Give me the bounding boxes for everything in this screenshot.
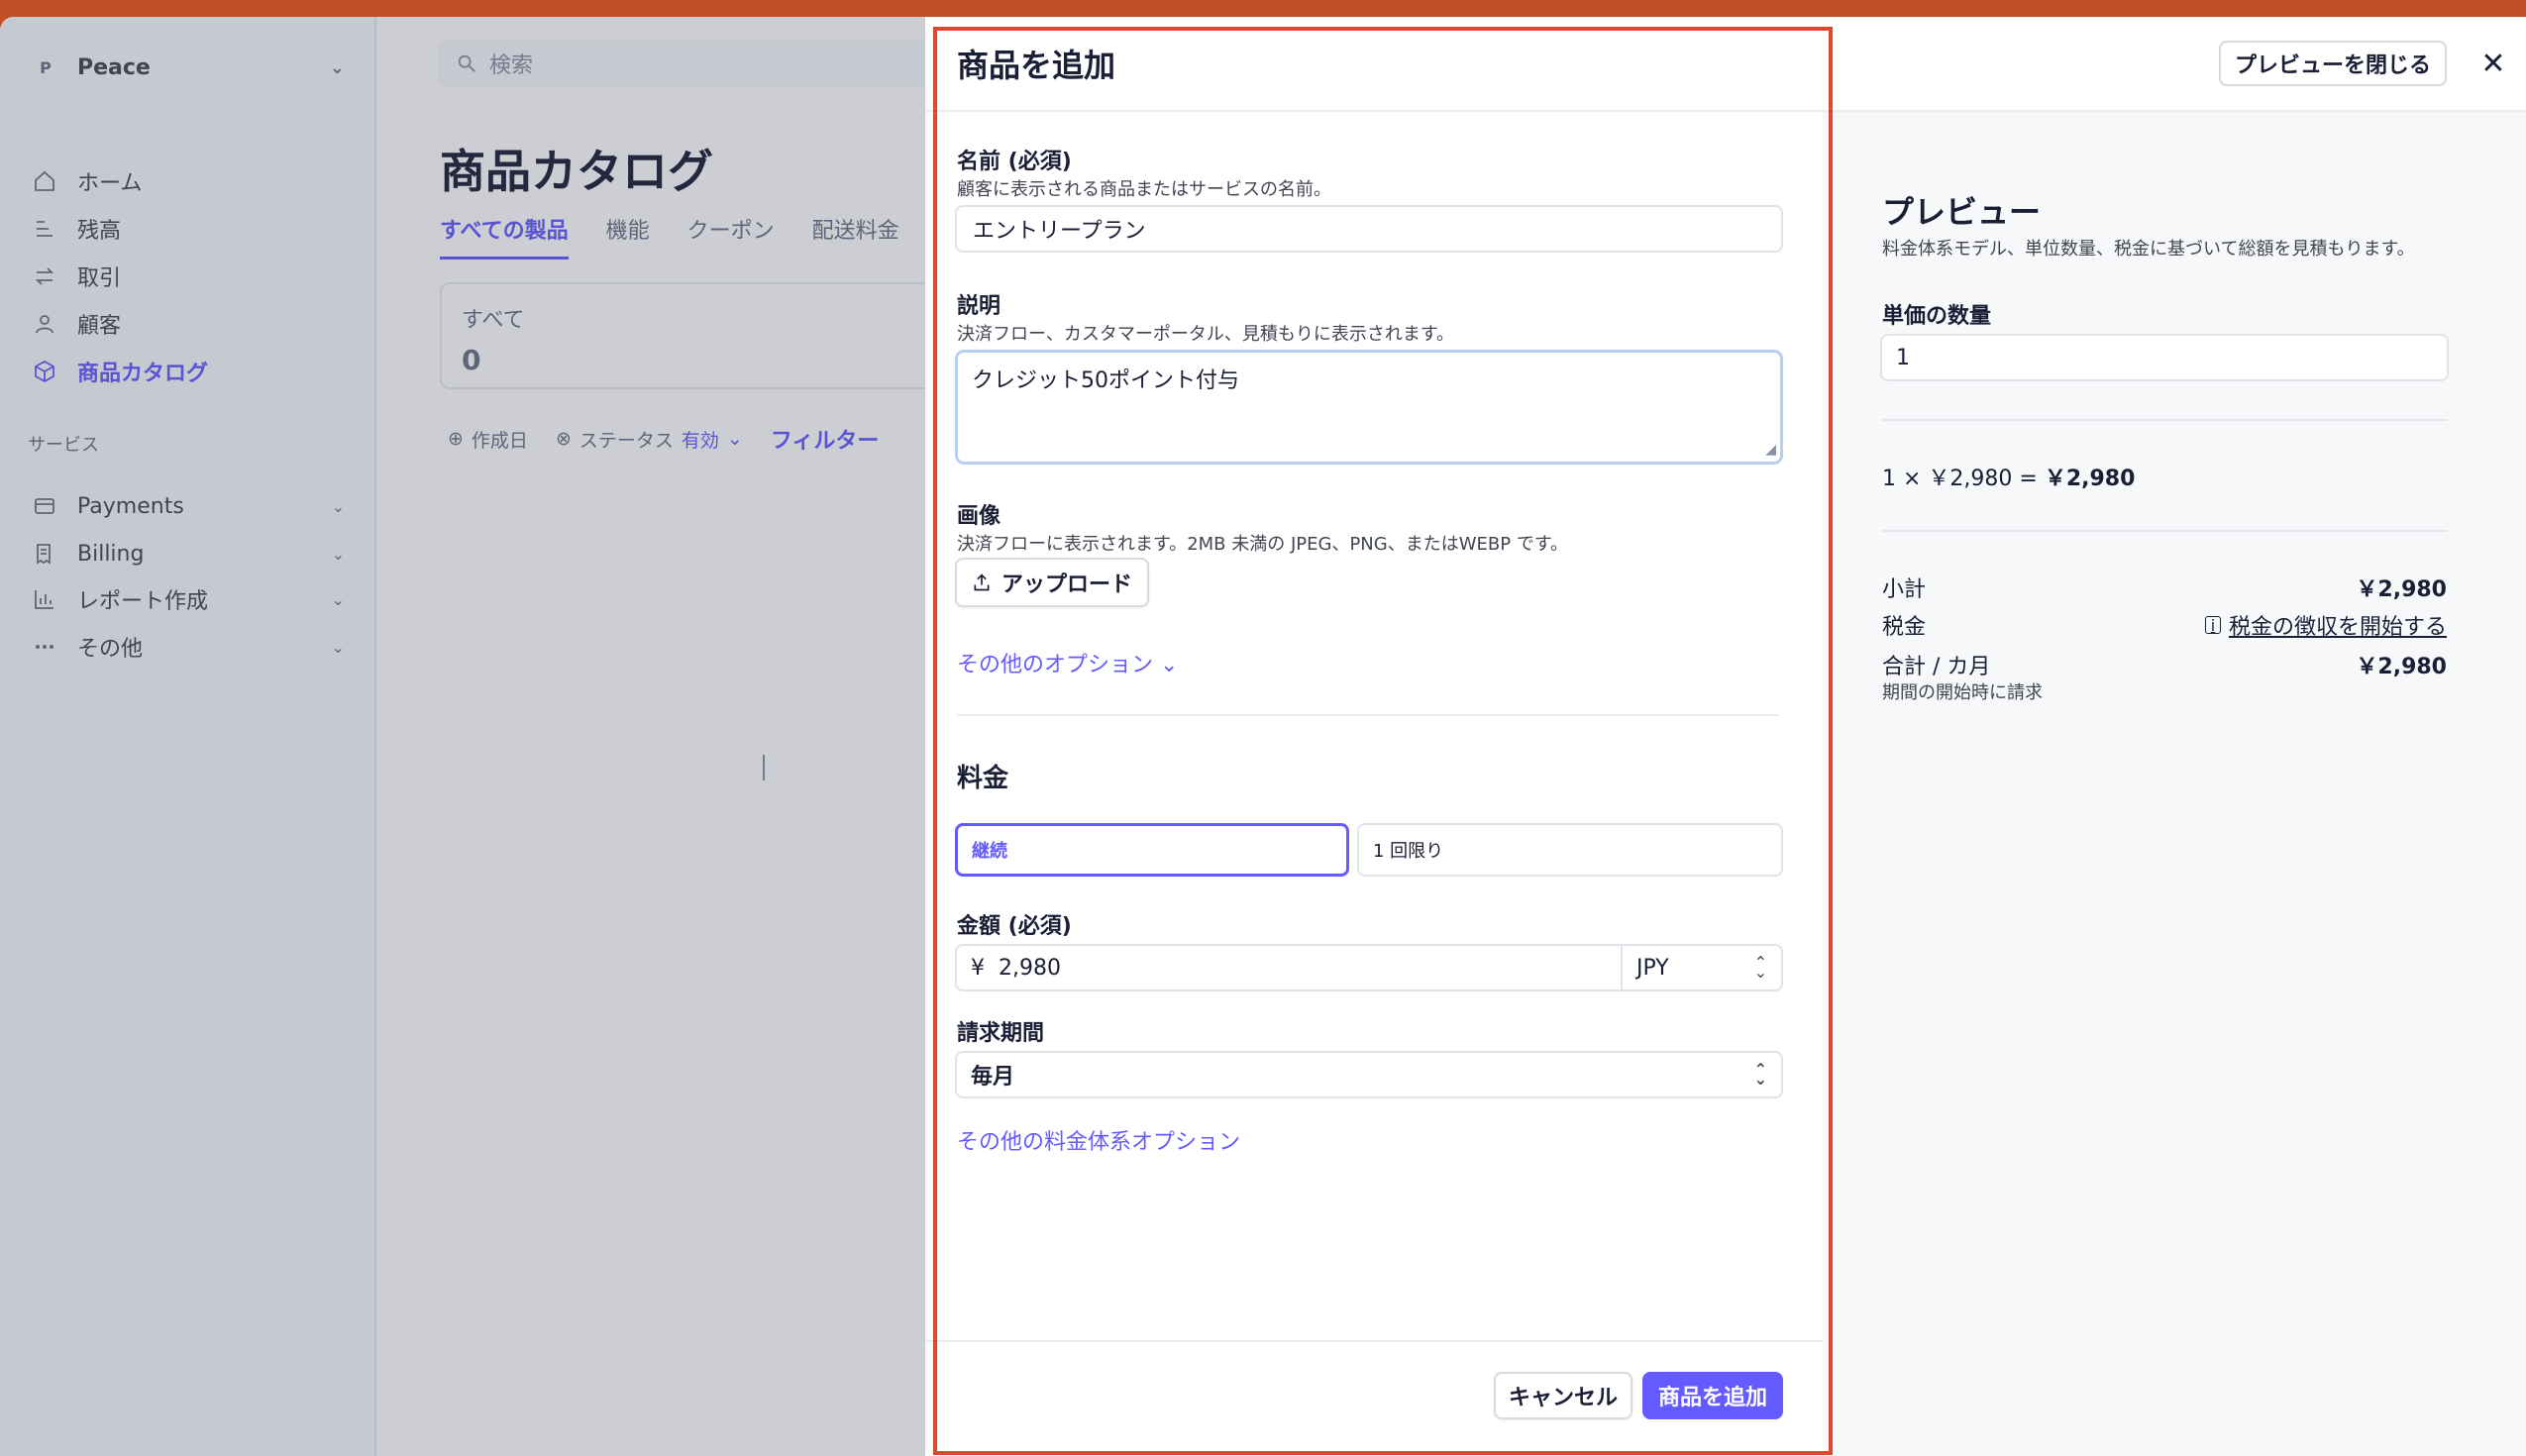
quantity-field[interactable]: 1 <box>1880 334 2449 381</box>
one-time-option[interactable]: 1 回限り <box>1357 823 1783 877</box>
product-form: 商品を追加 名前 (必須) 顧客に表示される商品またはサービスの名前。 エントリ… <box>925 17 1823 1456</box>
price-calculation: 1 × ￥2,980 = ￥2,980 <box>1882 461 2135 492</box>
billing-period-value: 毎月 <box>971 1065 1015 1090</box>
tax-link-label: 税金の徴収を開始する <box>2228 615 2447 640</box>
recurring-option[interactable]: 継続 <box>955 823 1349 877</box>
description-help: 決済フロー、カスタマーポータル、見積もりに表示されます。 <box>957 324 1455 345</box>
currency-value: JPY <box>1636 955 1669 981</box>
select-arrows-icon: ⌃ ⌄ <box>1753 953 1767 982</box>
drawer-header: 商品を追加 <box>925 17 1823 112</box>
resize-handle-icon[interactable]: ◢ <box>1765 442 1776 458</box>
add-product-drawer: 商品を追加 名前 (必須) 顧客に表示される商品またはサービスの名前。 エントリ… <box>925 17 2526 1456</box>
amount-field-group: ¥ 2,980 JPY ⌃ ⌄ <box>955 944 1783 991</box>
close-preview-button[interactable]: プレビューを閉じる <box>2219 41 2447 86</box>
name-label: 名前 (必須) <box>957 150 1072 174</box>
close-icon[interactable]: ✕ <box>2476 47 2510 81</box>
pricing-title: 料金 <box>957 764 1009 793</box>
subtotal-label: 小計 <box>1882 577 1927 602</box>
info-icon: i <box>2204 616 2221 635</box>
calc-expression: 1 × ￥2,980 = <box>1882 467 2045 491</box>
cancel-button[interactable]: キャンセル <box>1494 1372 1632 1419</box>
quantity-label: 単価の数量 <box>1882 304 1992 329</box>
drawer-footer: キャンセル 商品を追加 <box>925 1340 1823 1456</box>
upload-icon <box>974 573 990 591</box>
amount-value: 2,980 <box>999 955 1061 981</box>
subtotal-value: ￥2,980 <box>2356 577 2447 602</box>
total-note: 期間の開始時に請求 <box>1882 682 2043 703</box>
name-value: エントリープラン <box>973 219 1146 244</box>
name-help: 顧客に表示される商品またはサービスの名前。 <box>957 179 1331 200</box>
calc-total: ￥2,980 <box>2044 467 2136 491</box>
quantity-value: 1 <box>1896 345 1910 370</box>
section-divider <box>957 714 1779 716</box>
description-value: クレジット50ポイント付与 <box>972 368 1239 393</box>
upload-label: アップロード <box>1000 572 1132 597</box>
description-label: 説明 <box>957 294 1001 319</box>
image-help: 決済フローに表示されます。2MB 未満の JPEG、PNG、またはWEBP です… <box>957 534 1569 555</box>
total-label: 合計 / カ月 <box>1882 655 1991 679</box>
description-field[interactable]: クレジット50ポイント付与 ◢ <box>955 350 1783 465</box>
more-pricing-options-link[interactable]: その他の料金体系オプション <box>957 1124 1240 1156</box>
add-product-button[interactable]: 商品を追加 <box>1642 1372 1783 1419</box>
preview-divider <box>1882 530 2447 532</box>
preview-divider <box>1882 419 2447 421</box>
tax-row: 税金 i 税金の徴収を開始する <box>1882 609 2447 641</box>
tax-label: 税金 <box>1882 615 1927 640</box>
amount-label: 金額 (必須) <box>957 914 1072 939</box>
currency-select[interactable]: JPY ⌃ ⌄ <box>1621 946 1781 989</box>
name-field[interactable]: エントリープラン <box>955 205 1783 253</box>
preview-title: プレビュー <box>1882 193 2042 231</box>
currency-symbol: ¥ <box>971 955 985 981</box>
more-options-label: その他のオプション <box>957 653 1154 677</box>
modal-backdrop[interactable] <box>0 17 926 1456</box>
total-row: 合計 / カ月 ￥2,980 <box>1882 649 2447 680</box>
preview-subtitle: 料金体系モデル、単位数量、税金に基づいて総額を見積もります。 <box>1882 239 2415 260</box>
preview-panel: プレビューを閉じる ✕ プレビュー 料金体系モデル、単位数量、税金に基づいて総額… <box>1823 17 2526 1456</box>
amount-field[interactable]: ¥ 2,980 <box>957 946 1621 989</box>
start-tax-collection-link[interactable]: i 税金の徴収を開始する <box>2204 609 2447 641</box>
select-arrows-icon: ⌃ ⌄ <box>1753 1060 1767 1089</box>
preview-header: プレビューを閉じる ✕ <box>1823 17 2526 112</box>
more-options-link[interactable]: その他のオプション ⌄ <box>957 647 1178 678</box>
chevron-down-icon: ⌄ <box>1160 653 1179 677</box>
drawer-title: 商品を追加 <box>957 47 1116 84</box>
billing-period-label: 請求期間 <box>957 1021 1045 1046</box>
billing-period-select[interactable]: 毎月 ⌃ ⌄ <box>955 1051 1783 1098</box>
total-value: ￥2,980 <box>2356 655 2447 679</box>
upload-button[interactable]: アップロード <box>955 558 1149 607</box>
image-label: 画像 <box>957 504 1001 529</box>
subtotal-row: 小計 ￥2,980 <box>1882 572 2447 603</box>
